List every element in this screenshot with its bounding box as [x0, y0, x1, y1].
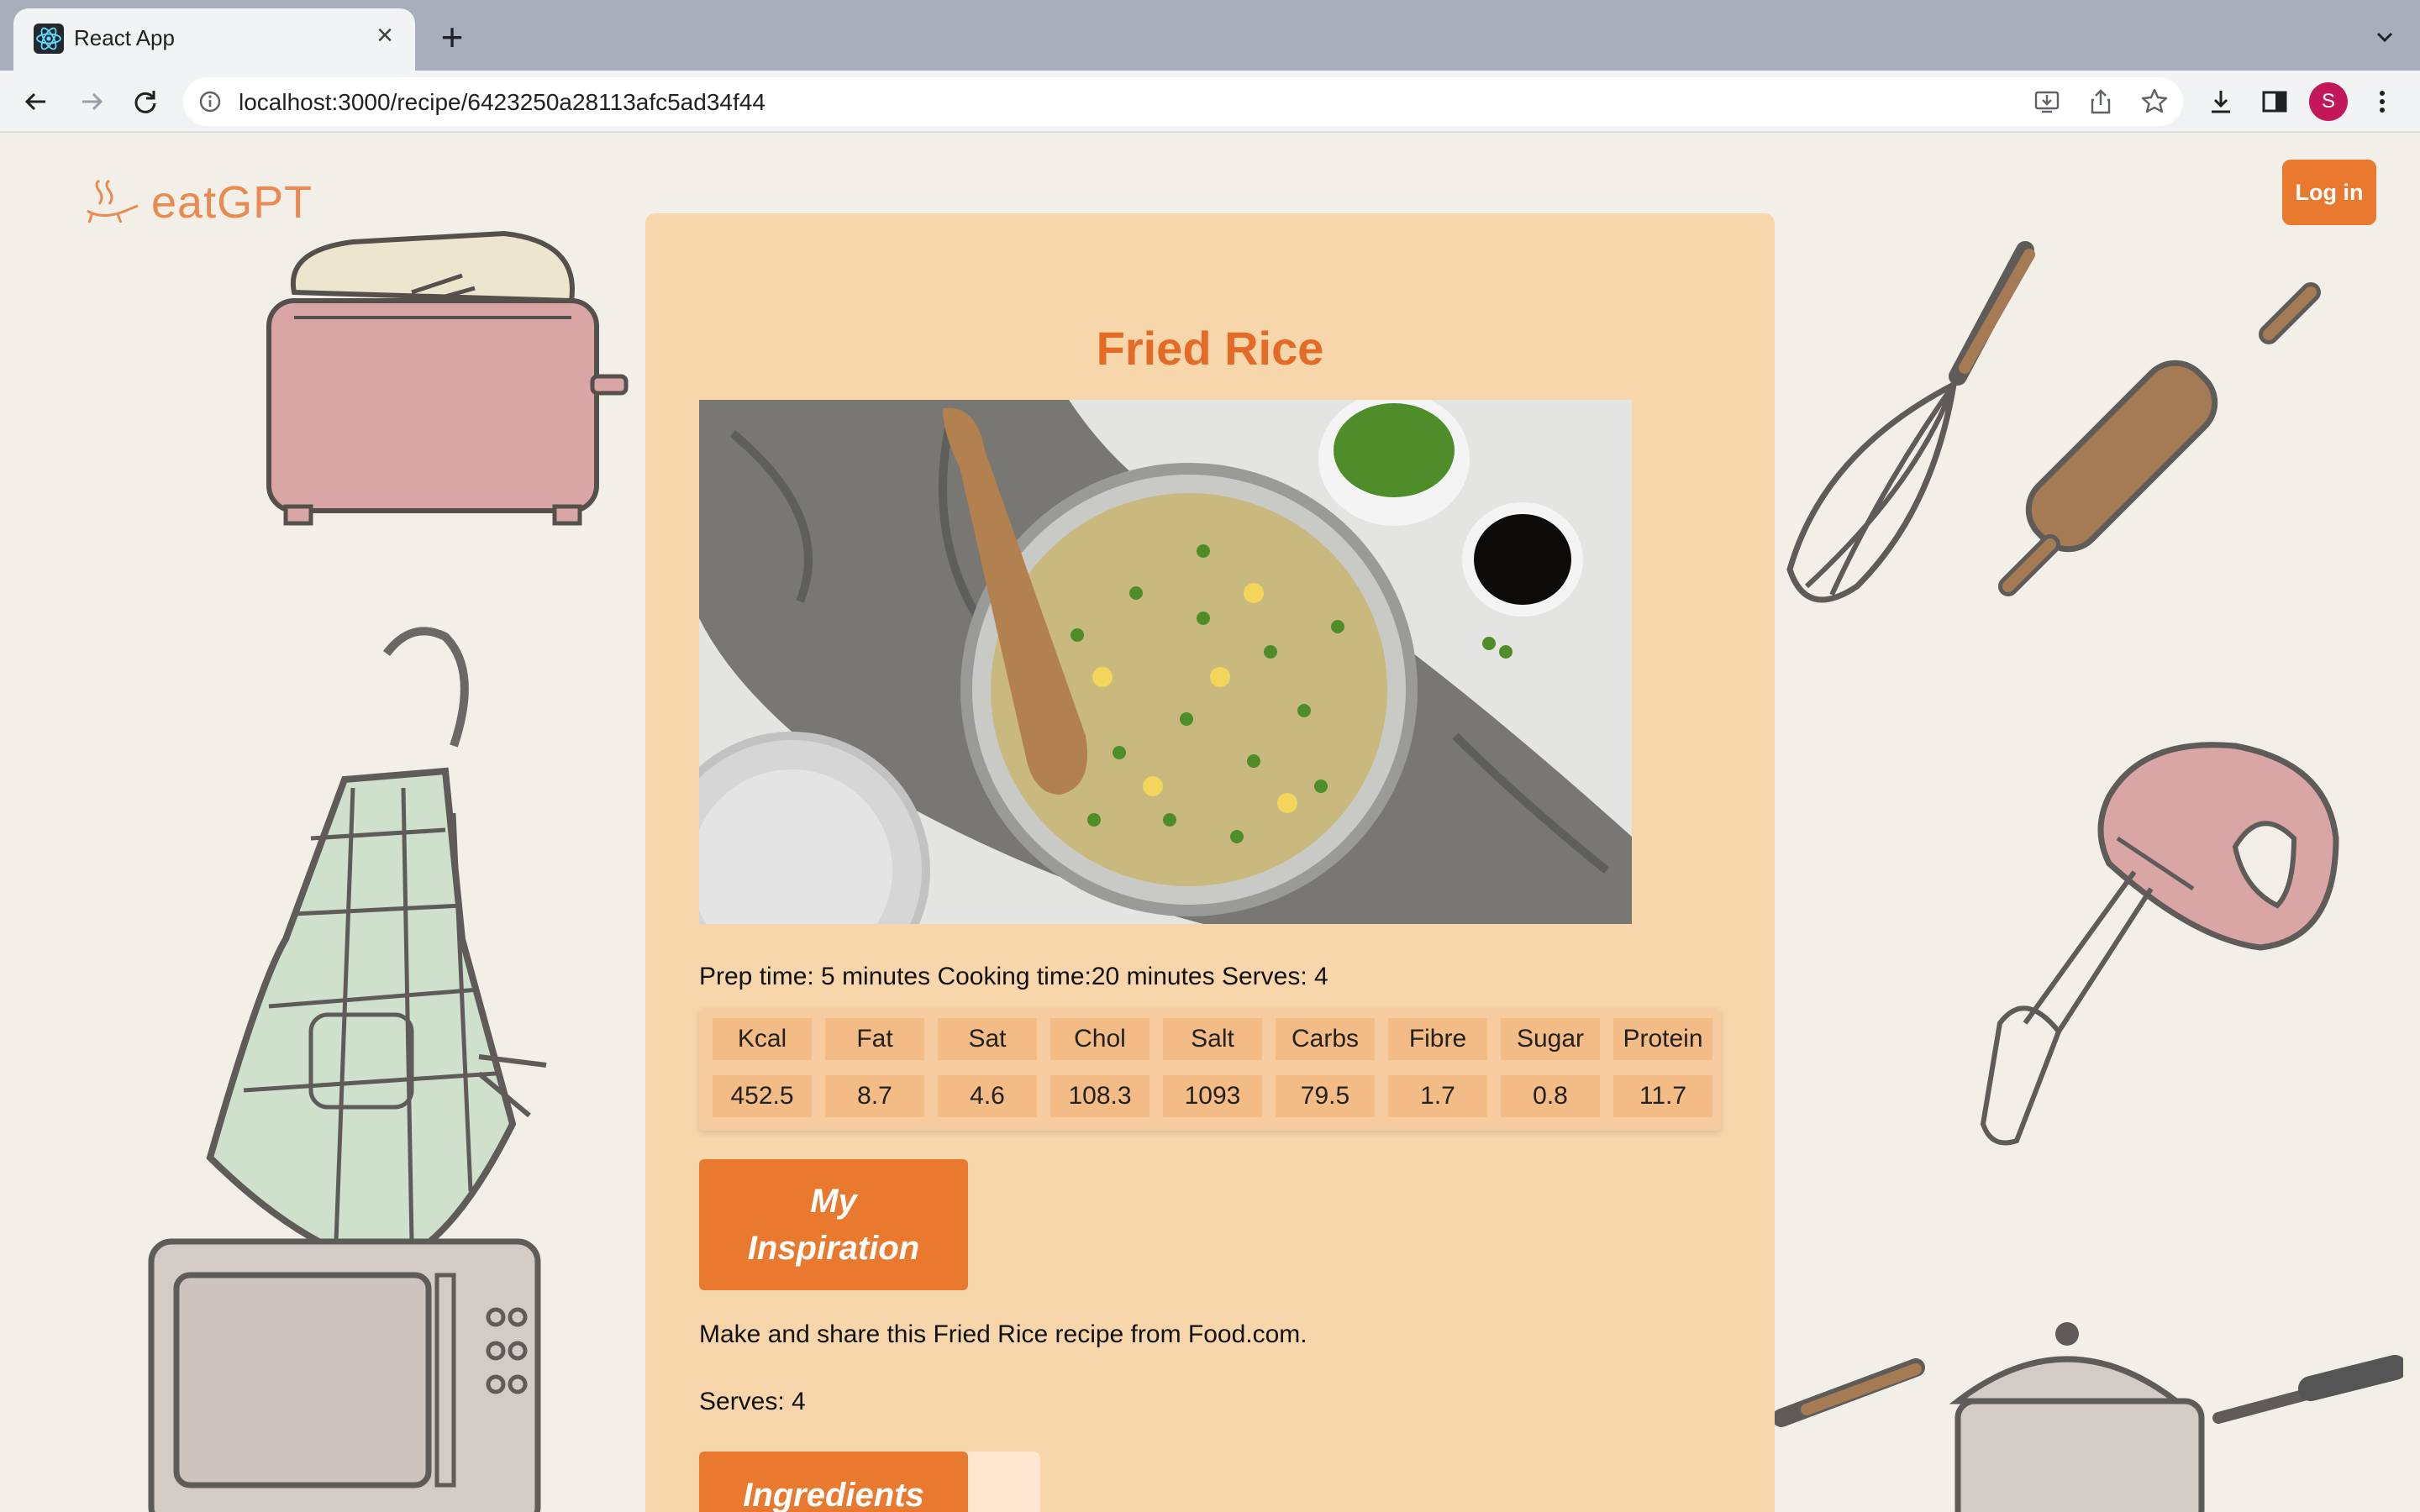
close-tab-icon[interactable]: × [370, 20, 400, 50]
recipe-meta: Prep time: 5 minutes Cooking time:20 min… [699, 963, 1328, 990]
tab-ingredients[interactable]: Ingredients [699, 1452, 968, 1512]
rolling-pin-illustration [1998, 282, 2321, 596]
nutrition-header-row: Kcal Fat Sat Chol Salt Carbs Fibre Sugar… [713, 1018, 1712, 1060]
nutrition-value: 1093 [1163, 1075, 1262, 1117]
recipe-serves: Serves: 4 [699, 1388, 806, 1415]
browser-tabstrip: React App × + [0, 0, 2420, 71]
nutrition-header: Protein [1613, 1018, 1712, 1060]
login-button[interactable]: Log in [2282, 160, 2376, 225]
browser-toolbar: localhost:3000/recipe/6423250a28113afc5a… [0, 71, 2420, 133]
microwave-illustration [148, 1238, 541, 1512]
nutrition-header: Carbs [1276, 1018, 1375, 1060]
nutrition-header: Kcal [713, 1018, 812, 1060]
nutrition-header: Sugar [1501, 1018, 1600, 1060]
more-menu-icon[interactable] [2363, 82, 2402, 121]
react-icon [34, 24, 64, 54]
page-background: eatGPT Log in Fried Rice Prep time: 5 mi… [0, 133, 2420, 1512]
nutrition-value: 452.5 [713, 1075, 812, 1117]
apron-illustration [206, 627, 547, 1271]
url-text: localhost:3000/recipe/6423250a28113afc5a… [239, 89, 765, 115]
back-arrow-icon[interactable] [15, 81, 57, 123]
nutrition-header: Salt [1163, 1018, 1262, 1060]
nutrition-value: 0.8 [1501, 1075, 1600, 1117]
tab-title: React App [74, 25, 175, 50]
downloads-icon[interactable] [2202, 82, 2240, 121]
profile-avatar[interactable]: S [2309, 82, 2348, 121]
toaster-illustration [266, 230, 629, 526]
nutrition-value: 8.7 [825, 1075, 924, 1117]
new-tab-icon[interactable]: + [435, 18, 469, 56]
recipe-image [699, 400, 1632, 924]
browser-tab[interactable]: React App × [13, 8, 415, 71]
my-inspiration-button[interactable]: My Inspiration [699, 1159, 968, 1290]
nutrition-value: 1.7 [1388, 1075, 1487, 1117]
saucepan-illustration [1773, 1322, 2403, 1512]
recipe-card: Fried Rice Prep time: 5 minutes Cooking … [645, 213, 1775, 1512]
logo[interactable]: eatGPT [84, 176, 313, 228]
recipe-description: Make and share this Fried Rice recipe fr… [699, 1320, 1307, 1348]
install-app-icon[interactable] [2032, 87, 2062, 117]
address-bar[interactable]: localhost:3000/recipe/6423250a28113afc5a… [183, 77, 2183, 126]
bookmark-star-icon[interactable] [2139, 87, 2170, 117]
nutrition-value: 79.5 [1276, 1075, 1375, 1117]
logo-text: eatGPT [151, 177, 313, 228]
nutrition-value: 108.3 [1050, 1075, 1150, 1117]
nutrition-value: 11.7 [1613, 1075, 1712, 1117]
forward-arrow-icon[interactable] [71, 81, 113, 123]
nutrition-header: Fat [825, 1018, 924, 1060]
hand-mixer-illustration [1980, 742, 2339, 1146]
share-icon[interactable] [2086, 87, 2116, 117]
reload-icon[interactable] [124, 81, 166, 123]
nutrition-header: Sat [938, 1018, 1037, 1060]
nutrition-value: 4.6 [938, 1075, 1037, 1117]
chevron-down-icon[interactable] [2368, 20, 2402, 54]
recipe-title: Fried Rice [1096, 322, 1324, 375]
nutrition-value-row: 452.5 8.7 4.6 108.3 1093 79.5 1.7 0.8 11… [713, 1075, 1712, 1117]
pan-logo-icon [87, 179, 139, 223]
site-info-icon[interactable] [195, 87, 225, 117]
nutrition-header: Chol [1050, 1018, 1150, 1060]
side-panel-icon[interactable] [2255, 82, 2294, 121]
nutrition-table: Kcal Fat Sat Chol Salt Carbs Fibre Sugar… [699, 1008, 1721, 1131]
nutrition-header: Fibre [1388, 1018, 1487, 1060]
